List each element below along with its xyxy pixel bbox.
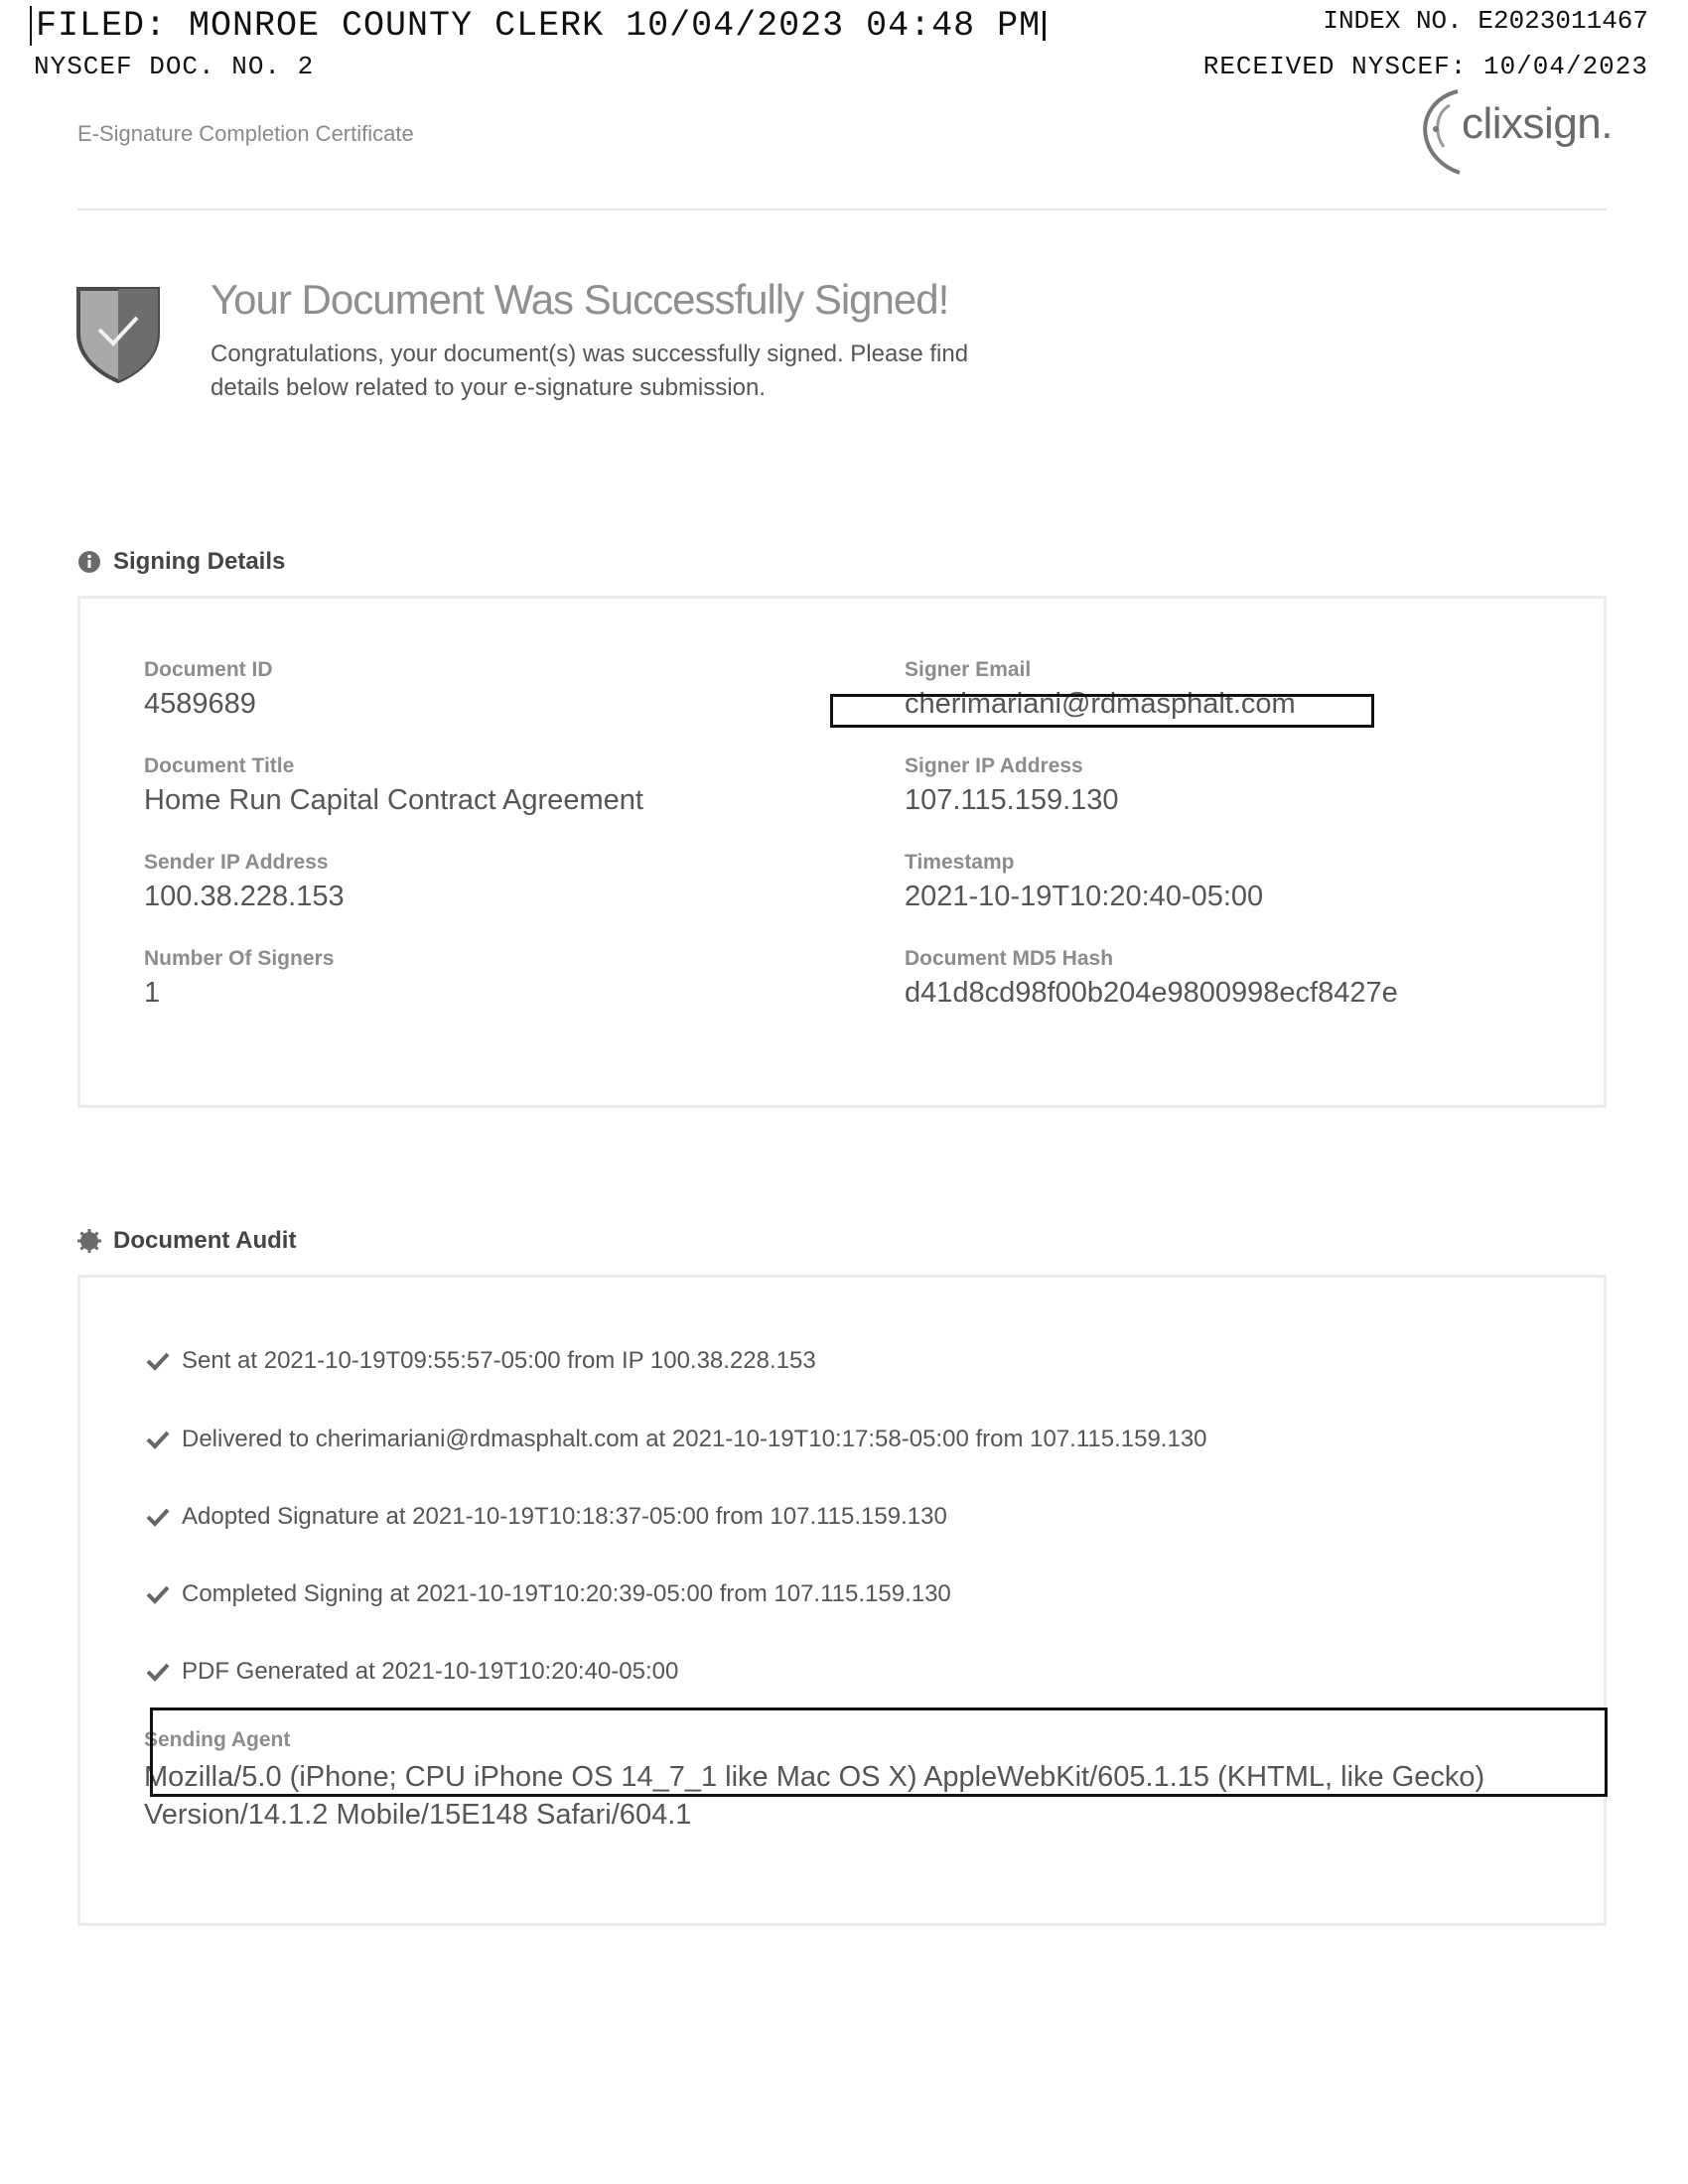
field-value: 4589689 <box>144 688 256 720</box>
shield-check-icon <box>76 287 160 383</box>
sender-ip-field: Sender IP Address 100.38.228.153 <box>144 851 345 913</box>
document-title-field: Document Title Home Run Capital Contract… <box>144 754 643 817</box>
check-icon <box>146 1508 170 1527</box>
field-value: 2021-10-19T10:20:40-05:00 <box>905 881 1264 912</box>
signing-details-title: Signing Details <box>113 548 286 575</box>
audit-entry-text: Adopted Signature at 2021-10-19T10:18:37… <box>182 1503 947 1530</box>
field-label: Document Title <box>144 754 295 777</box>
audit-entry-text: Delivered to cherimariani@rdmasphalt.com… <box>182 1426 1207 1452</box>
redaction-outline <box>830 694 1374 728</box>
field-label: Document ID <box>144 658 273 681</box>
redaction-outline <box>150 1707 1608 1797</box>
field-value: d41d8cd98f00b204e9800998ecf8427e <box>905 977 1398 1009</box>
md5-hash-field: Document MD5 Hash d41d8cd98f00b204e98009… <box>905 947 1398 1010</box>
timestamp-field: Timestamp 2021-10-19T10:20:40-05:00 <box>905 851 1263 913</box>
field-value: 100.38.228.153 <box>144 881 345 912</box>
audit-entry: Sent at 2021-10-19T09:55:57-05:00 from I… <box>146 1347 816 1375</box>
field-label: Sender IP Address <box>144 851 329 874</box>
audit-entry-text: Sent at 2021-10-19T09:55:57-05:00 from I… <box>182 1347 816 1374</box>
audit-entry: Adopted Signature at 2021-10-19T10:18:37… <box>146 1503 947 1531</box>
check-icon <box>146 1431 170 1449</box>
info-icon <box>78 551 100 573</box>
nyscef-doc-number: NYSCEF DOC. NO. 2 <box>34 52 315 81</box>
filing-stamp: FILED: MONROE COUNTY CLERK 10/04/2023 04… <box>30 6 1047 46</box>
check-icon <box>146 1663 170 1682</box>
signing-details-panel: Document ID 4589689 Document Title Home … <box>77 596 1607 1108</box>
check-icon <box>146 1352 170 1371</box>
field-value: Home Run Capital Contract Agreement <box>144 784 643 816</box>
document-audit-title: Document Audit <box>113 1227 297 1254</box>
success-message: Congratulations, your document(s) was su… <box>211 341 969 401</box>
logo-text: clixsign. <box>1462 99 1614 148</box>
audit-entry-text: PDF Generated at 2021-10-19T10:20:40-05:… <box>182 1658 679 1685</box>
field-label: Signer IP Address <box>905 754 1083 777</box>
field-value: 1 <box>144 977 161 1009</box>
audit-entry-text: Completed Signing at 2021-10-19T10:20:39… <box>182 1580 951 1607</box>
certificate-label: E-Signature Completion Certificate <box>77 121 414 146</box>
audit-entry: Completed Signing at 2021-10-19T10:20:39… <box>146 1580 951 1608</box>
check-icon <box>146 1585 170 1604</box>
audit-entry: PDF Generated at 2021-10-19T10:20:40-05:… <box>146 1658 678 1686</box>
signing-details-heading: Signing Details <box>77 548 285 576</box>
document-audit-panel: Sent at 2021-10-19T09:55:57-05:00 from I… <box>77 1275 1608 1926</box>
field-value: 107.115.159.130 <box>905 784 1119 816</box>
document-id-field: Document ID 4589689 <box>144 658 273 721</box>
field-label: Timestamp <box>905 851 1015 874</box>
success-title: Your Document Was Successfully Signed! <box>211 276 949 323</box>
field-label: Number Of Signers <box>144 947 335 970</box>
field-label: Signer Email <box>905 658 1032 681</box>
index-number: INDEX NO. E2023011467 <box>1323 6 1648 36</box>
field-label: Document MD5 Hash <box>905 947 1114 970</box>
received-date: RECEIVED NYSCEF: 10/04/2023 <box>1202 52 1648 81</box>
number-of-signers-field: Number Of Signers 1 <box>144 947 334 1010</box>
signer-ip-field: Signer IP Address 107.115.159.130 <box>905 754 1119 817</box>
gear-icon <box>77 1229 101 1253</box>
header-divider <box>77 208 1607 210</box>
audit-entry: Delivered to cherimariani@rdmasphalt.com… <box>146 1426 1207 1453</box>
document-audit-heading: Document Audit <box>77 1227 296 1255</box>
clixsign-logo: clixsign. <box>1414 87 1614 177</box>
